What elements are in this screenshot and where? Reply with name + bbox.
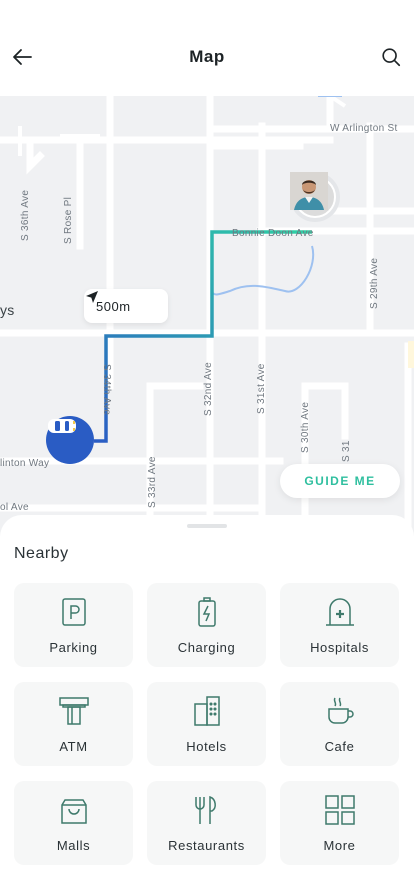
nearby-item-malls[interactable]: Malls [14, 781, 133, 865]
current-location-marker [46, 416, 94, 464]
search-icon [382, 48, 401, 67]
nearby-item-hospitals[interactable]: Hospitals [280, 583, 399, 667]
street-label: S 30th Ave [300, 401, 311, 453]
hospital-icon [325, 598, 354, 626]
nearby-sheet: Nearby Parking Charging Hospitals ATM Ho… [0, 515, 414, 896]
street-label: S 31 [341, 440, 352, 462]
street-label: ys [0, 302, 15, 318]
navigation-arrow-icon [86, 291, 98, 303]
nearby-item-cafe[interactable]: Cafe [280, 682, 399, 766]
street-label: S Rose Pl [63, 196, 74, 244]
restaurant-icon [194, 795, 216, 824]
nearby-item-atm[interactable]: ATM [14, 682, 133, 766]
street-label: S 32nd Ave [203, 362, 214, 416]
nearby-item-label: Restaurants [168, 838, 245, 853]
nearby-title: Nearby [14, 545, 69, 562]
nearby-item-more[interactable]: More [280, 781, 399, 865]
nearby-item-label: Charging [177, 640, 236, 655]
nearby-grid: Parking Charging Hospitals ATM Hotels Ca… [14, 583, 400, 865]
map-view[interactable]: W Arlington St S 36th Ave S Rose Pl Bonn… [0, 96, 414, 536]
street-label: Bonnie Doon Ave [232, 228, 314, 239]
nearby-item-label: Malls [56, 838, 91, 853]
street-label: W Arlington St [330, 123, 398, 134]
nearby-item-charging[interactable]: Charging [147, 583, 266, 667]
nearby-item-hotels[interactable]: Hotels [147, 682, 266, 766]
nearby-item-label: Parking [49, 640, 98, 655]
nearby-item-label: Hotels [186, 739, 227, 754]
more-grid-icon [324, 795, 355, 825]
mall-icon [60, 799, 87, 824]
car-icon [48, 419, 76, 433]
app-header: Map [0, 0, 414, 96]
street-label: S 31st Ave [256, 363, 267, 414]
nearby-item-label: More [323, 838, 356, 853]
street-label: S 34th Ave [101, 364, 112, 416]
page-title: Map [189, 47, 225, 66]
street-label: S 29th Ave [369, 257, 380, 309]
cafe-icon [327, 697, 354, 724]
nearby-item-restaurants[interactable]: Restaurants [147, 781, 266, 865]
nearby-item-label: Hospitals [310, 640, 369, 655]
avatar [290, 172, 336, 218]
destination-marker[interactable] [290, 172, 340, 222]
nearby-item-label: Cafe [324, 739, 355, 754]
street-label: S 33rd Ave [147, 456, 158, 508]
charging-icon [197, 597, 216, 627]
sheet-drag-handle[interactable] [187, 524, 227, 528]
hotel-icon [193, 696, 220, 726]
guide-me-button[interactable]: GUIDE ME [280, 464, 400, 498]
person-avatar-icon [290, 172, 328, 210]
parking-icon [61, 598, 86, 626]
street-label: S 36th Ave [20, 189, 31, 241]
street-label: linton Way [0, 458, 50, 469]
distance-value: 500m [96, 298, 131, 314]
distance-badge: 500m [84, 289, 168, 323]
search-button[interactable] [376, 42, 406, 72]
atm-icon [58, 697, 89, 725]
street-label: ol Ave [0, 502, 29, 513]
nearby-item-label: ATM [59, 739, 88, 754]
nearby-item-parking[interactable]: Parking [14, 583, 133, 667]
